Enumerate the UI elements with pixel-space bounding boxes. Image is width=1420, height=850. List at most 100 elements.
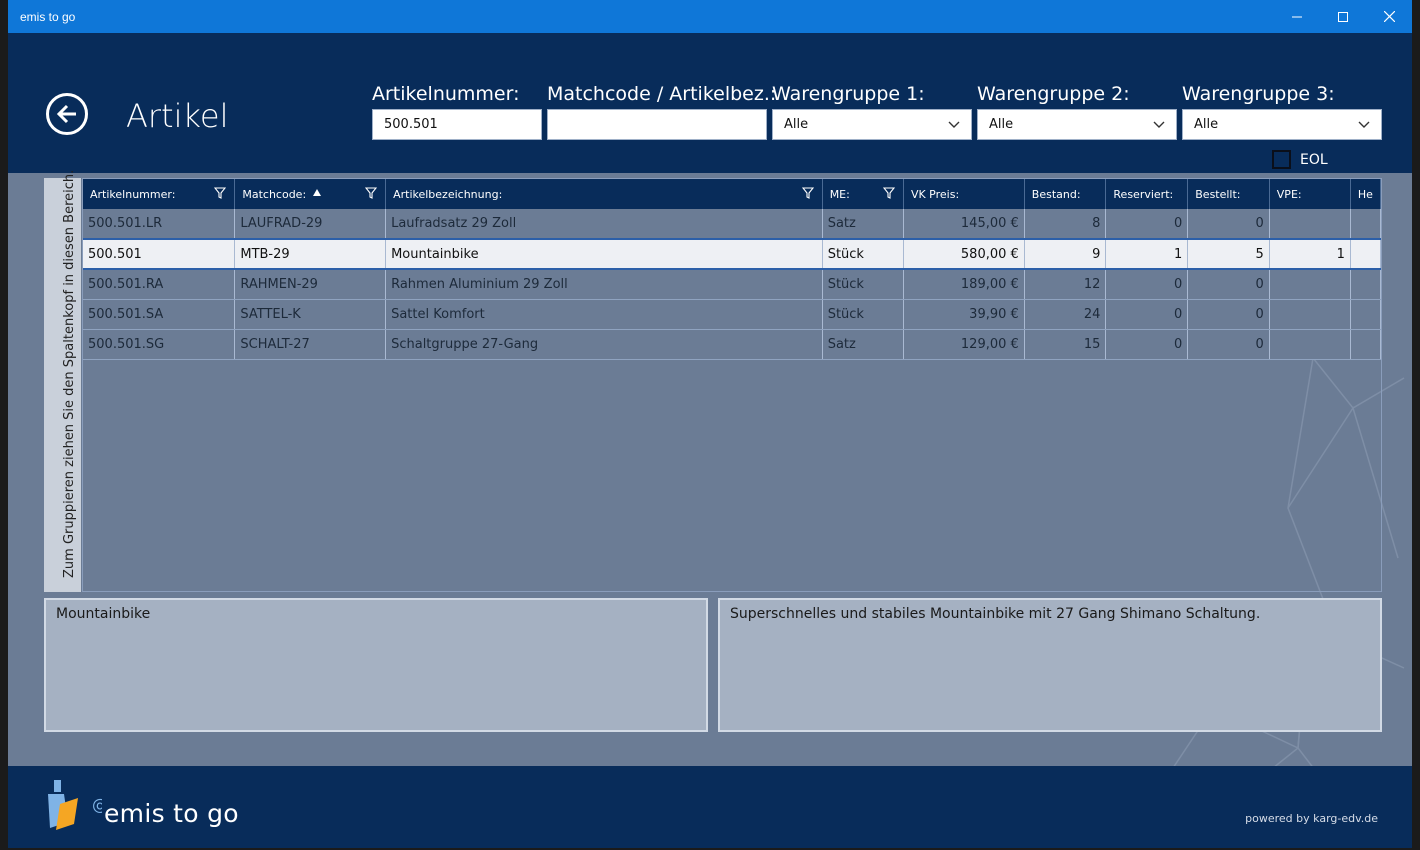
column-header-label: VPE: xyxy=(1276,187,1302,201)
article-table: Artikelnummer: Matchcode: Artikelbezeich… xyxy=(83,179,1381,360)
article-grid: Artikelnummer: Matchcode: Artikelbezeich… xyxy=(82,178,1382,592)
sort-ascending-icon xyxy=(313,189,322,196)
cell-he xyxy=(1350,299,1381,330)
filter-icon[interactable] xyxy=(214,187,227,199)
column-header-label: VK Preis: xyxy=(910,187,960,201)
cell-bezeichnung: Rahmen Aluminium 29 Zoll xyxy=(385,269,823,300)
cell-vk-preis: 189,00 € xyxy=(903,269,1025,300)
table-row[interactable]: 500.501.LR LAUFRAD-29 Laufradsatz 29 Zol… xyxy=(83,209,1381,240)
artikelnummer-input[interactable] xyxy=(372,109,542,140)
column-header-bestellt[interactable]: Bestellt: xyxy=(1187,179,1270,209)
svg-text:@: @ xyxy=(92,795,102,814)
cell-bezeichnung: Laufradsatz 29 Zoll xyxy=(385,209,823,240)
page-title: Artikel xyxy=(126,97,229,135)
column-header-bestand[interactable]: Bestand: xyxy=(1024,179,1107,209)
filter-icon[interactable] xyxy=(365,187,378,199)
cell-vpe xyxy=(1269,329,1351,360)
maximize-button[interactable] xyxy=(1320,0,1366,33)
close-button[interactable] xyxy=(1366,0,1412,33)
cell-artikelnummer: 500.501 xyxy=(83,238,236,270)
emis-logo-icon: @ xyxy=(48,780,102,830)
column-header-matchcode[interactable]: Matchcode: xyxy=(234,179,387,209)
cell-vpe xyxy=(1269,269,1351,300)
column-header-label: ME: xyxy=(829,187,850,201)
group-by-panel[interactable]: Zum Gruppieren ziehen Sie den Spaltenkop… xyxy=(44,170,81,592)
cell-me: Stück xyxy=(822,269,904,300)
minimize-button[interactable] xyxy=(1274,0,1320,33)
column-header-me[interactable]: ME: xyxy=(822,179,904,209)
cell-vk-preis: 145,00 € xyxy=(903,209,1025,240)
cell-reserviert: 0 xyxy=(1105,299,1189,330)
chevron-down-icon xyxy=(1358,121,1370,128)
cell-matchcode: MTB-29 xyxy=(234,238,387,270)
warengruppe1-select[interactable]: Alle xyxy=(772,109,972,140)
cell-artikelnummer: 500.501.SA xyxy=(83,299,236,330)
cell-vpe xyxy=(1269,209,1351,240)
cell-bestand: 12 xyxy=(1024,269,1107,300)
column-header-label: Bestellt: xyxy=(1195,187,1241,201)
table-row[interactable]: 500.501.SG SCHALT-27 Schaltgruppe 27-Gan… xyxy=(83,329,1381,360)
chevron-down-icon xyxy=(1153,121,1165,128)
cell-vpe xyxy=(1269,299,1351,330)
back-button[interactable] xyxy=(46,93,88,135)
table-row-selected[interactable]: 500.501 MTB-29 Mountainbike Stück 580,00… xyxy=(83,238,1381,270)
cell-matchcode: LAUFRAD-29 xyxy=(234,209,387,240)
maximize-icon xyxy=(1338,11,1348,22)
column-header-artikelnummer[interactable]: Artikelnummer: xyxy=(83,179,236,209)
cell-bestand: 24 xyxy=(1024,299,1107,330)
cell-artikelnummer: 500.501.RA xyxy=(83,269,236,300)
warengruppe3-label: Warengruppe 3: xyxy=(1182,83,1335,105)
cell-he xyxy=(1350,329,1381,360)
app-window: emis to go Artikel Artikelnummer: Matchc… xyxy=(8,0,1412,848)
column-header-label: Matchcode: xyxy=(242,187,307,201)
close-icon xyxy=(1383,11,1395,22)
cell-me: Stück xyxy=(822,299,904,330)
cell-bestellt: 0 xyxy=(1187,269,1270,300)
filter-icon[interactable] xyxy=(882,187,895,199)
cell-bezeichnung: Schaltgruppe 27-Gang xyxy=(385,329,823,360)
chevron-down-icon xyxy=(948,121,960,128)
column-header-label: He xyxy=(1357,187,1373,201)
table-row[interactable]: 500.501.RA RAHMEN-29 Rahmen Aluminium 29… xyxy=(83,269,1381,300)
matchcode-label: Matchcode / Artikelbez.: xyxy=(547,83,777,105)
column-header-vk-preis[interactable]: VK Preis: xyxy=(903,179,1025,209)
group-by-hint: Zum Gruppieren ziehen Sie den Spaltenkop… xyxy=(62,169,77,578)
column-header-artikelbezeichnung[interactable]: Artikelbezeichnung: xyxy=(385,179,823,209)
warengruppe2-value: Alle xyxy=(989,117,1014,132)
cell-reserviert: 1 xyxy=(1105,238,1189,270)
warengruppe1-label: Warengruppe 1: xyxy=(772,83,925,105)
cell-bestand: 8 xyxy=(1024,209,1107,240)
table-row[interactable]: 500.501.SA SATTEL-K Sattel Komfort Stück… xyxy=(83,299,1381,330)
cell-reserviert: 0 xyxy=(1105,329,1189,360)
cell-me: Satz xyxy=(822,329,904,360)
column-header-he[interactable]: He xyxy=(1350,179,1381,209)
column-header-label: Reserviert: xyxy=(1113,187,1174,201)
cell-bestellt: 0 xyxy=(1187,209,1270,240)
cell-artikelnummer: 500.501.SG xyxy=(83,329,236,360)
cell-bestellt: 0 xyxy=(1187,299,1270,330)
cell-he xyxy=(1350,238,1381,270)
cell-bezeichnung: Mountainbike xyxy=(385,238,823,270)
cell-reserviert: 0 xyxy=(1105,209,1189,240)
short-text-panel[interactable]: Mountainbike xyxy=(44,598,708,732)
warengruppe3-value: Alle xyxy=(1194,117,1219,132)
minimize-icon xyxy=(1292,16,1302,17)
artikelnummer-label: Artikelnummer: xyxy=(372,83,520,105)
column-header-label: Artikelnummer: xyxy=(90,187,176,201)
warengruppe3-select[interactable]: Alle xyxy=(1182,109,1382,140)
filter-icon[interactable] xyxy=(801,187,814,199)
cell-me: Satz xyxy=(822,209,904,240)
long-text-panel[interactable]: Superschnelles und stabiles Mountainbike… xyxy=(718,598,1382,732)
matchcode-input[interactable] xyxy=(547,109,767,140)
powered-by-label: powered by karg-edv.de xyxy=(1245,812,1378,825)
eol-checkbox[interactable] xyxy=(1272,150,1291,169)
window-title: emis to go xyxy=(20,10,76,24)
cell-he xyxy=(1350,209,1381,240)
cell-matchcode: SCHALT-27 xyxy=(234,329,387,360)
column-header-reserviert[interactable]: Reserviert: xyxy=(1105,179,1189,209)
column-header-vpe[interactable]: VPE: xyxy=(1269,179,1351,209)
cell-he xyxy=(1350,269,1381,300)
header: Artikel Artikelnummer: Matchcode / Artik… xyxy=(8,33,1412,173)
cell-bestellt: 0 xyxy=(1187,329,1270,360)
warengruppe2-select[interactable]: Alle xyxy=(977,109,1177,140)
